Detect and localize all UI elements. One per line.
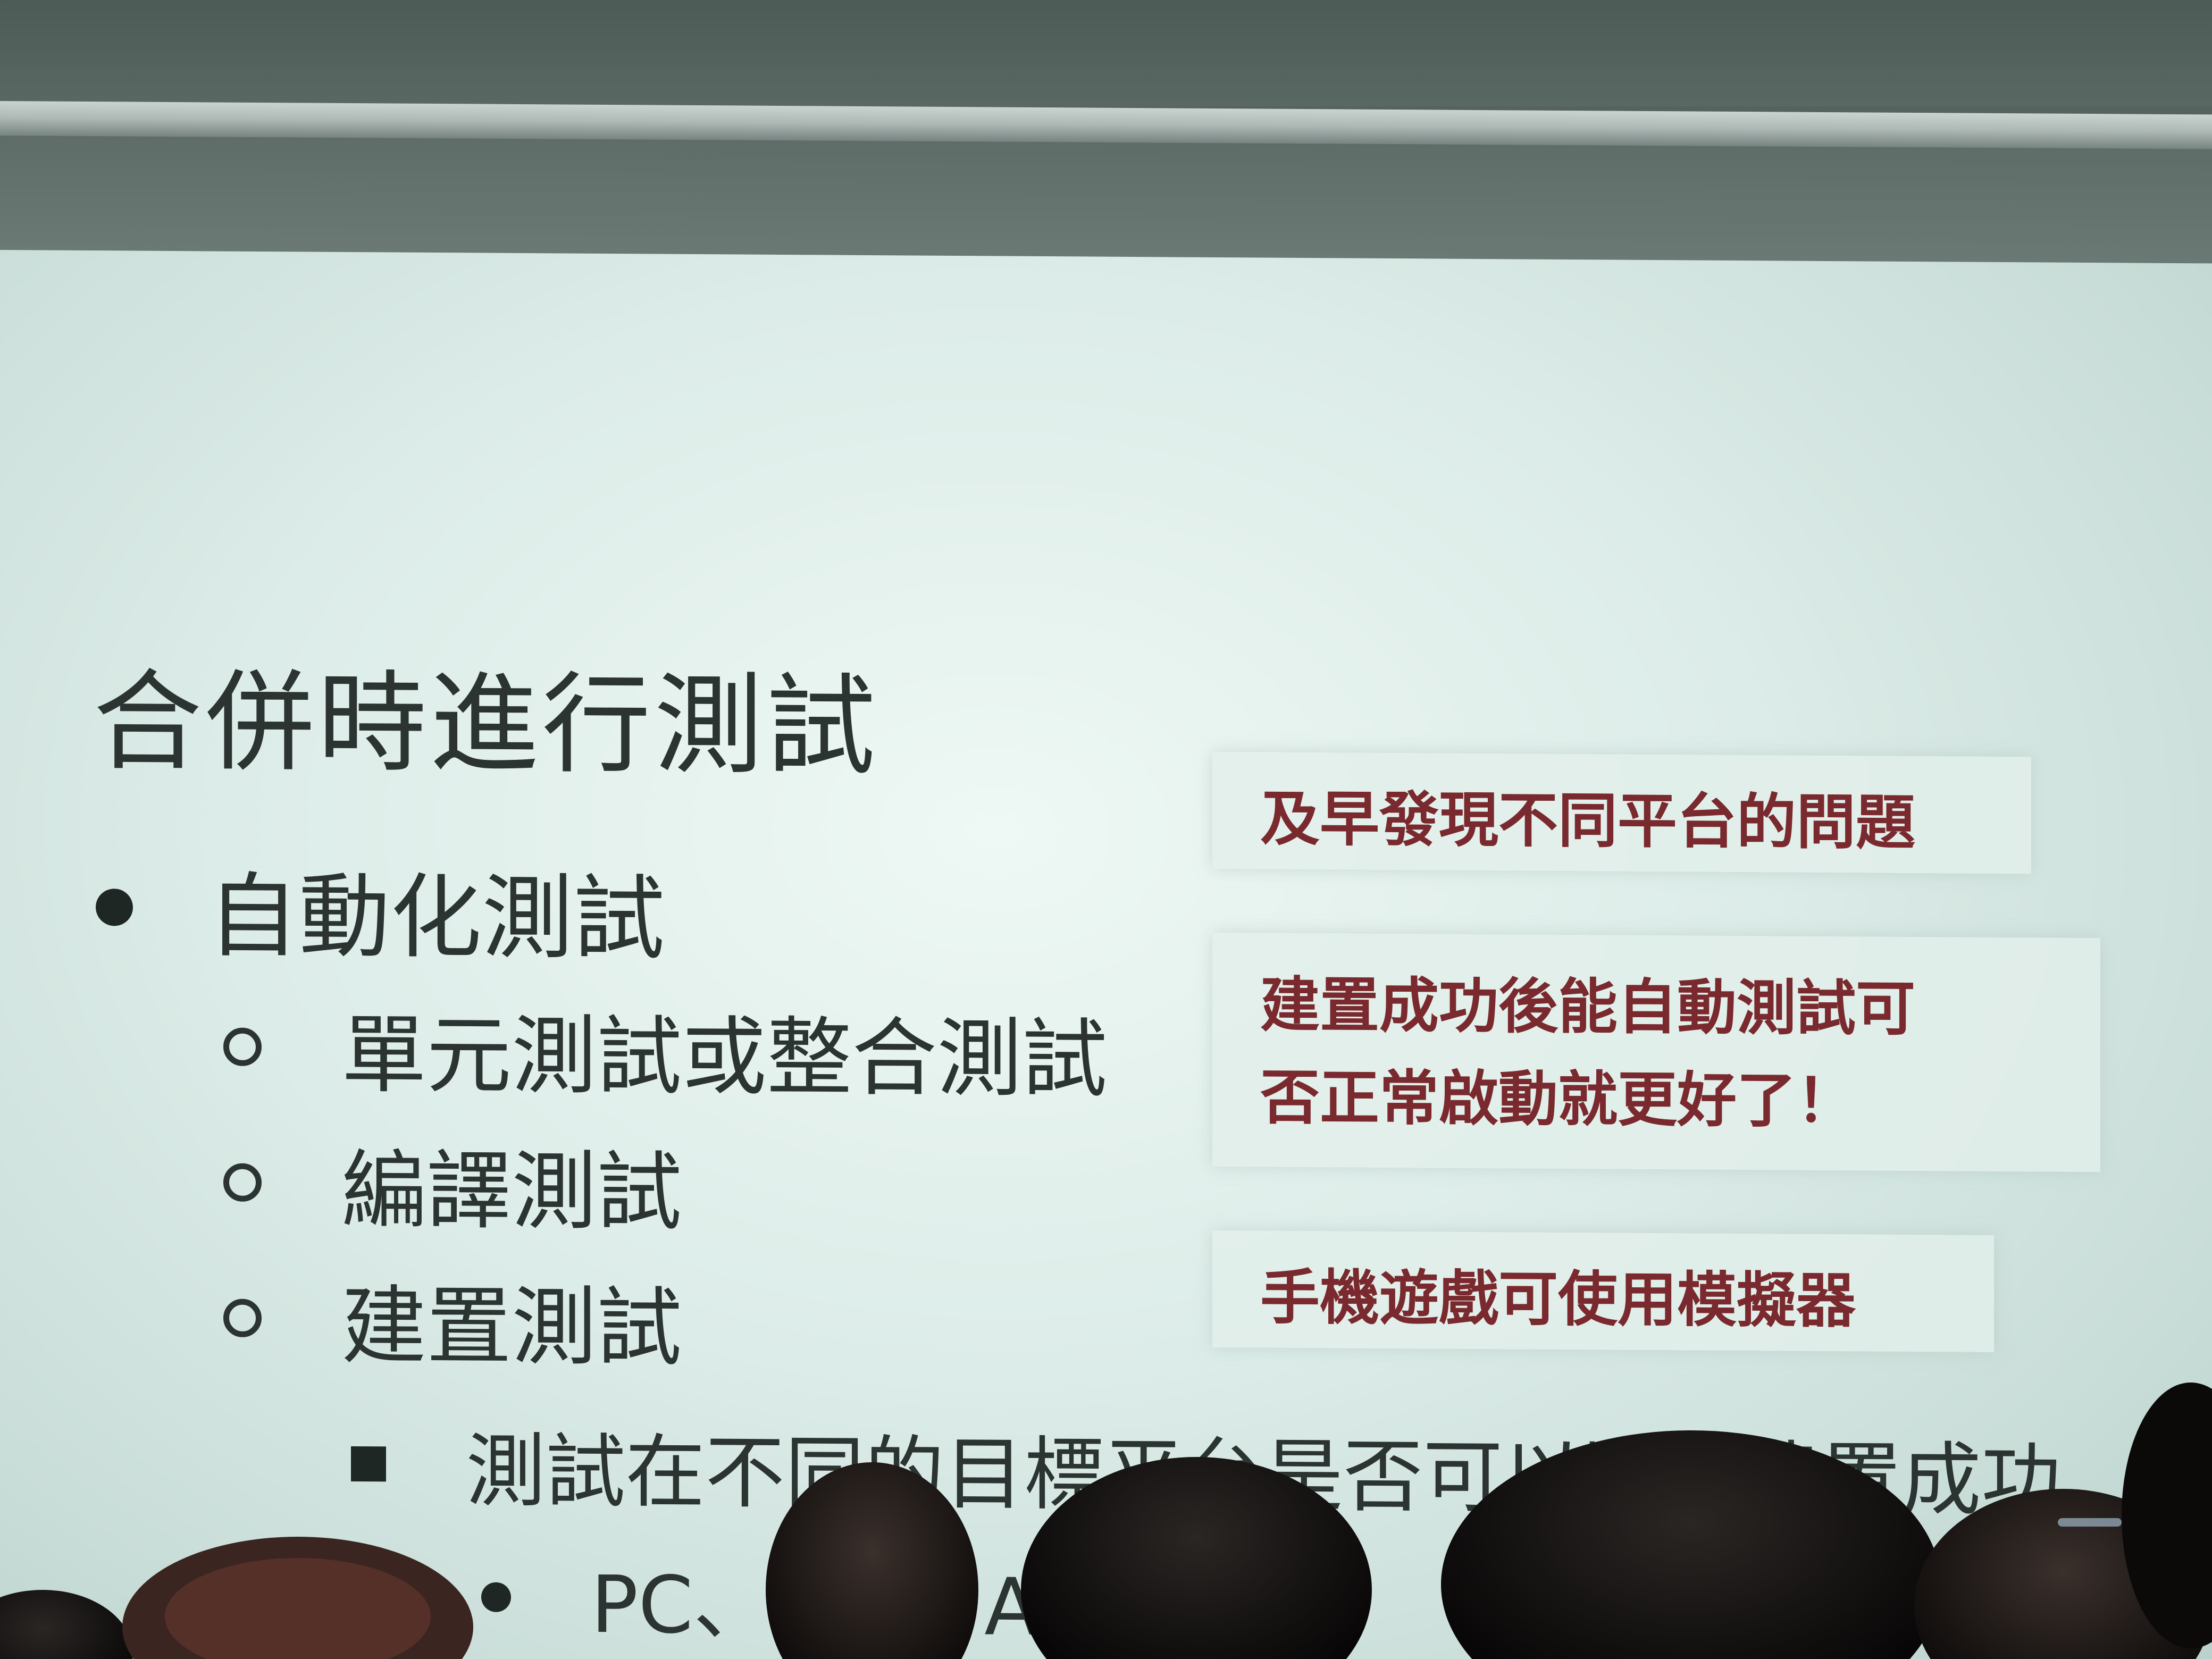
bullet-level4: PC、iOS、Android [481,1540,1288,1659]
note-box-auto-launch: 建置成功後能自動測試可 否正常啟動就更好了！ [1212,932,2100,1172]
bullet-level2-label: 編譯測試 [341,1140,682,1242]
slide-title: 合併時進行測試 [93,659,878,791]
screen-top-shadow [0,136,2212,272]
bullet-dot-icon [481,1582,511,1612]
hollow-circle-icon [223,1027,262,1067]
square-bullet-icon [351,1446,386,1481]
bullet-level2-label: 單元測試或整合測試 [341,1004,1108,1109]
bullet-level1: 自動化測試 [96,841,665,977]
bullet-level1-label: 自動化測試 [207,862,665,973]
bullet-level4-label: PC、iOS、Android [591,1559,1289,1655]
note-text-line2: 否正常啟動就更好了！ [1260,1063,1856,1136]
bullet-level2-label: 建置測試 [341,1276,682,1378]
note-text-line1: 建置成功後能自動測試可 [1260,970,1915,1044]
bullet-dot-icon [96,889,133,926]
note-text: 及早發現不同平台的問題 [1260,784,1915,858]
bullet-level2-item: 編譯測試 [223,1121,682,1247]
projected-slide: 合併時進行測試 自動化測試 單元測試或整合測試 編譯測試 建置測試 測試在不同的… [0,250,2212,1659]
bullet-level2-item: 單元測試或整合測試 [223,985,1107,1114]
hollow-circle-icon [223,1298,262,1338]
photo-scene: 合併時進行測試 自動化測試 單元測試或整合測試 編譯測試 建置測試 測試在不同的… [0,0,2212,1659]
bullet-level3: 測試在不同的目標平台是否可以順利建置成功 [351,1406,2061,1532]
bullet-level2-item: 建置測試 [223,1256,682,1382]
bullet-level3-label: 測試在不同的目標平台是否可以順利建置成功 [466,1425,2062,1528]
note-text: 手機遊戲可使用模擬器 [1260,1263,1856,1336]
note-box-emulator: 手機遊戲可使用模擬器 [1212,1230,1994,1352]
note-box-early-detection: 及早發現不同平台的問題 [1212,751,2031,874]
hollow-circle-icon [223,1163,262,1202]
ceiling-wall [0,0,2212,106]
